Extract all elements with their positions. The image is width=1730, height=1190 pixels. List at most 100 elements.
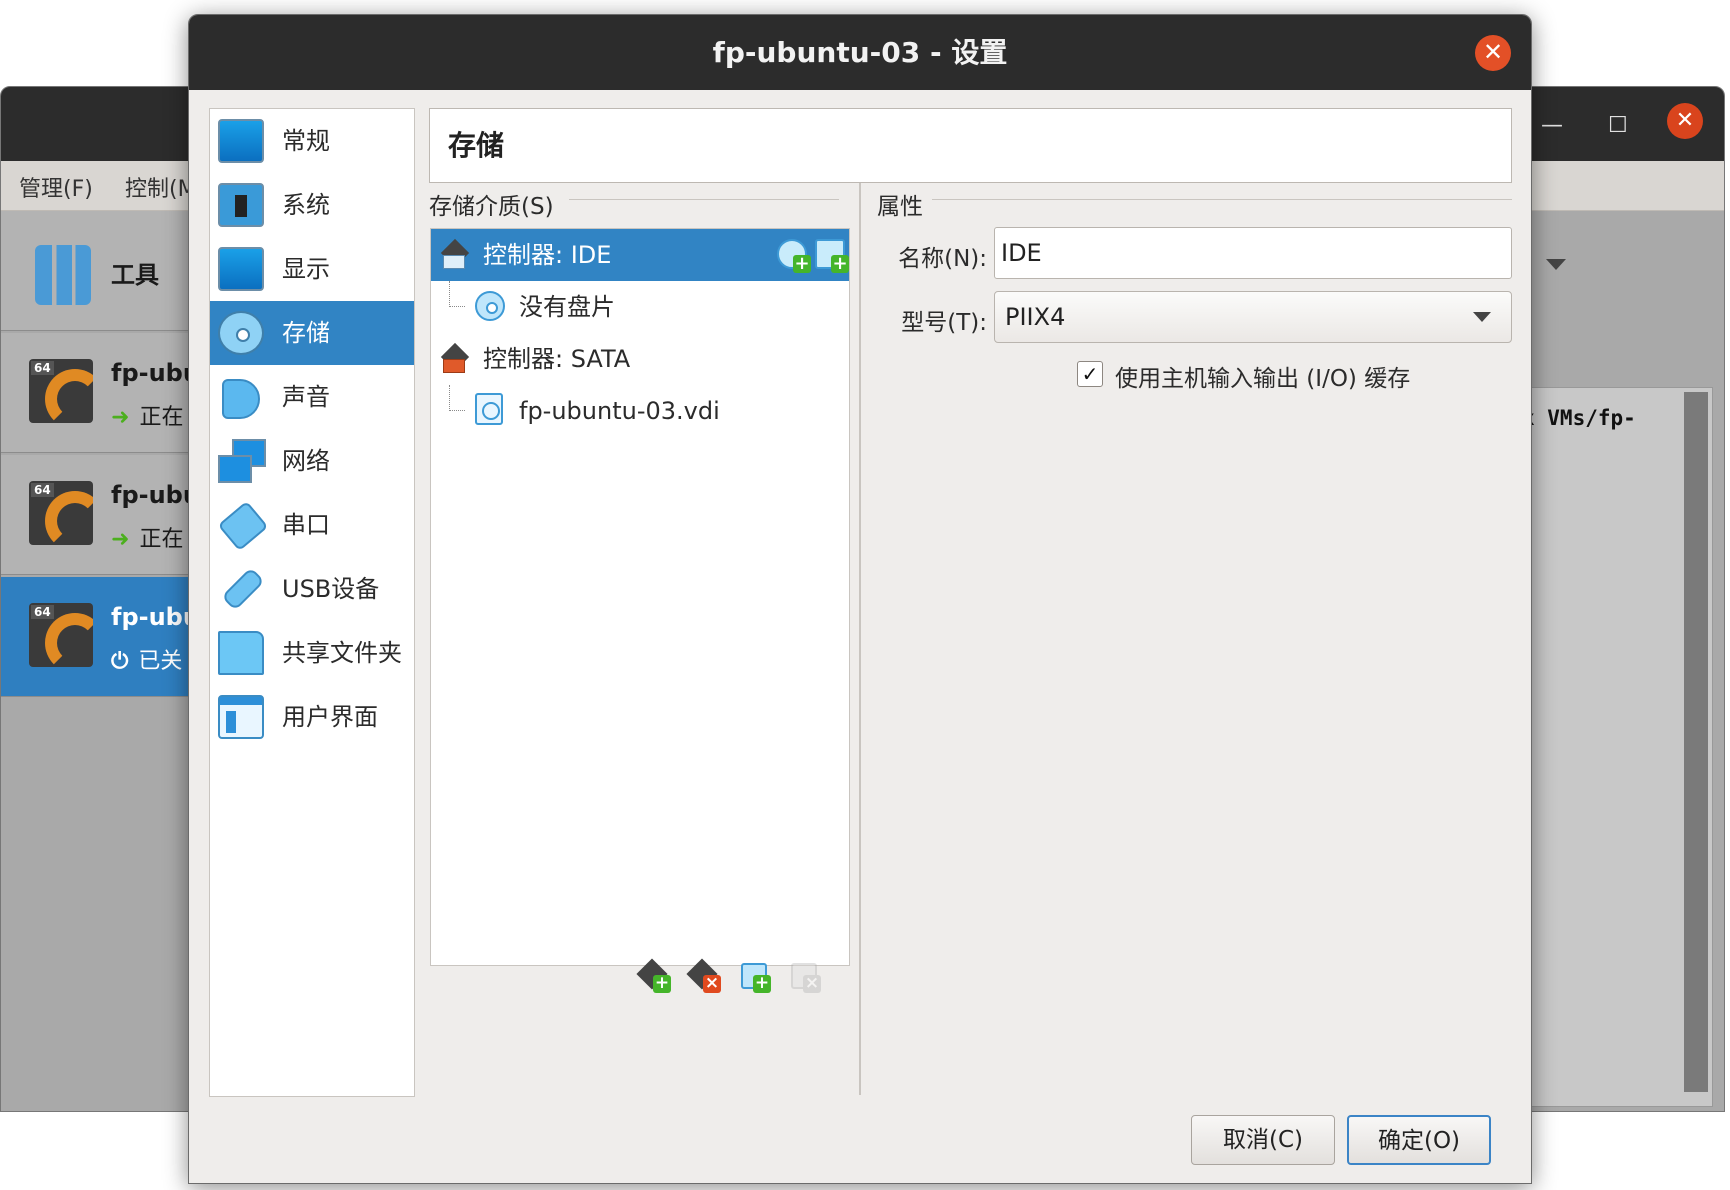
dialog-titlebar: fp-ubuntu-03 - 设置 ✕ [189, 15, 1531, 90]
type-selected-value: PIIX4 [1005, 303, 1066, 331]
page-header: 存储 [429, 108, 1512, 183]
add-controller-icon[interactable]: + [635, 957, 671, 993]
menu-control[interactable]: 控制(M [125, 171, 197, 203]
tree-connector [449, 281, 465, 307]
storage-disk-icon [218, 311, 264, 355]
ubuntu-64-icon: 64 [29, 603, 93, 667]
tree-item-empty-drive[interactable]: 没有盘片 [431, 281, 849, 333]
vm-row[interactable]: 64 fp-ubu ➜ 正在 [1, 455, 201, 575]
tools-icon [35, 245, 91, 305]
storage-media-caption: 存储介质(S) [429, 194, 554, 220]
category-storage[interactable]: 存储 [210, 301, 414, 365]
network-icon [218, 439, 266, 483]
name-label: 名称(N): [898, 246, 987, 272]
category-general[interactable]: 常规 [210, 109, 414, 173]
add-hard-disk-icon[interactable]: + [815, 239, 849, 273]
tree-item-disk[interactable]: fp-ubuntu-03.vdi [431, 385, 849, 437]
vm-name: fp-ubu [111, 481, 200, 509]
minimize-icon[interactable]: — [1541, 113, 1563, 138]
host-io-cache-label[interactable]: 使用主机输入输出 (I/O) 缓存 [1115, 359, 1410, 393]
vm-name: fp-ubu [111, 603, 200, 631]
power-off-icon: ⏻ [111, 649, 129, 674]
monitor-icon [218, 119, 264, 163]
category-label: USB设备 [282, 575, 380, 603]
tree-item-controller-sata[interactable]: 控制器: SATA [431, 333, 849, 385]
tools-label: 工具 [111, 261, 159, 289]
vm-list: 工具 64 fp-ubu ➜ 正在 64 fp-ubu ➜ 正在 64 fp-ubu… [1, 211, 201, 1111]
vm-row-selected[interactable]: 64 fp-ubu ⏻ 已关 [1, 577, 201, 697]
chip-icon [218, 183, 264, 227]
chevron-down-icon[interactable] [1546, 259, 1566, 270]
menu-manage[interactable]: 管理(F) [19, 171, 93, 203]
tree-item-label: fp-ubuntu-03.vdi [519, 397, 720, 425]
ok-button[interactable]: 确定(O) [1347, 1115, 1491, 1165]
category-serial[interactable]: 串口 [210, 493, 414, 557]
vm-name: fp-ubu [111, 359, 200, 387]
type-select[interactable]: PIIX4 [994, 291, 1512, 343]
settings-category-list: 常规 系统 显示 存储 声音 网络 串口 USB设备 共享文件夹 用户界面 [209, 108, 415, 1097]
settings-dialog: fp-ubuntu-03 - 设置 ✕ 常规 系统 显示 存储 声音 网络 串口… [188, 14, 1532, 1184]
hard-disk-icon [475, 393, 503, 425]
tree-item-controller-ide[interactable]: 控制器: IDE + + [431, 229, 849, 281]
category-label: 显示 [282, 255, 330, 283]
category-label: 常规 [282, 127, 330, 155]
category-system[interactable]: 系统 [210, 173, 414, 237]
category-network[interactable]: 网络 [210, 429, 414, 493]
remove-attachment-icon: × [785, 957, 821, 993]
sata-controller-icon [441, 343, 475, 375]
ubuntu-64-icon: 64 [29, 481, 93, 545]
serial-port-icon [218, 503, 264, 547]
page-title: 存储 [448, 129, 505, 162]
storage-tree[interactable]: 控制器: IDE + + 没有盘片 控制器: SATA fp-ubuntu-03… [430, 228, 850, 966]
usb-icon [218, 567, 264, 611]
ide-controller-icon [441, 239, 475, 271]
host-io-cache-checkbox[interactable]: ✓ [1077, 361, 1103, 387]
attributes-caption: 属性 [877, 194, 923, 220]
optical-disc-icon [475, 291, 505, 321]
name-field[interactable] [994, 227, 1512, 279]
category-label: 系统 [282, 191, 330, 219]
vm-state: ➜ 正在 [111, 527, 184, 552]
category-label: 共享文件夹 [282, 639, 402, 667]
close-icon[interactable]: ✕ [1475, 35, 1511, 71]
cancel-button[interactable]: 取消(C) [1191, 1115, 1335, 1165]
divider [932, 199, 1512, 200]
tree-item-label: 控制器: SATA [483, 345, 631, 373]
tools-row[interactable]: 工具 [1, 211, 201, 331]
category-shared-folders[interactable]: 共享文件夹 [210, 621, 414, 685]
category-user-interface[interactable]: 用户界面 [210, 685, 414, 749]
console-scrollbar[interactable] [1684, 392, 1708, 1092]
dialog-title: fp-ubuntu-03 - 设置 [712, 36, 1008, 69]
shared-folder-icon [218, 631, 264, 675]
vm-state: ➜ 正在 [111, 405, 184, 430]
category-label: 声音 [282, 383, 330, 411]
category-label: 存储 [282, 319, 330, 347]
category-label: 网络 [282, 447, 330, 475]
maximize-icon[interactable]: ☐ [1608, 113, 1628, 138]
add-attachment-icon[interactable]: + [735, 957, 771, 993]
tree-item-label: 控制器: IDE [483, 241, 612, 269]
preview-console: x VMs/fp- [1513, 387, 1713, 1107]
vm-row[interactable]: 64 fp-ubu ➜ 正在 [1, 333, 201, 453]
type-label: 型号(T): [901, 310, 987, 336]
user-interface-icon [218, 695, 264, 739]
display-icon [218, 247, 264, 291]
category-usb[interactable]: USB设备 [210, 557, 414, 621]
pane-splitter[interactable] [859, 183, 861, 1095]
console-text: x VMs/fp- [1522, 406, 1636, 430]
remove-controller-icon[interactable]: × [685, 957, 721, 993]
tree-item-label: 没有盘片 [519, 293, 615, 321]
category-display[interactable]: 显示 [210, 237, 414, 301]
category-audio[interactable]: 声音 [210, 365, 414, 429]
chevron-down-icon [1473, 312, 1491, 322]
ubuntu-64-icon: 64 [29, 359, 93, 423]
category-label: 用户界面 [282, 703, 378, 731]
vm-state: ⏻ 已关 [111, 649, 183, 674]
category-label: 串口 [282, 511, 330, 539]
add-optical-drive-icon[interactable]: + [777, 239, 811, 273]
running-arrow-icon: ➜ [111, 527, 130, 552]
manager-close-icon[interactable]: ✕ [1667, 103, 1703, 139]
divider [569, 199, 839, 200]
speaker-icon [218, 375, 264, 419]
running-arrow-icon: ➜ [111, 405, 130, 430]
